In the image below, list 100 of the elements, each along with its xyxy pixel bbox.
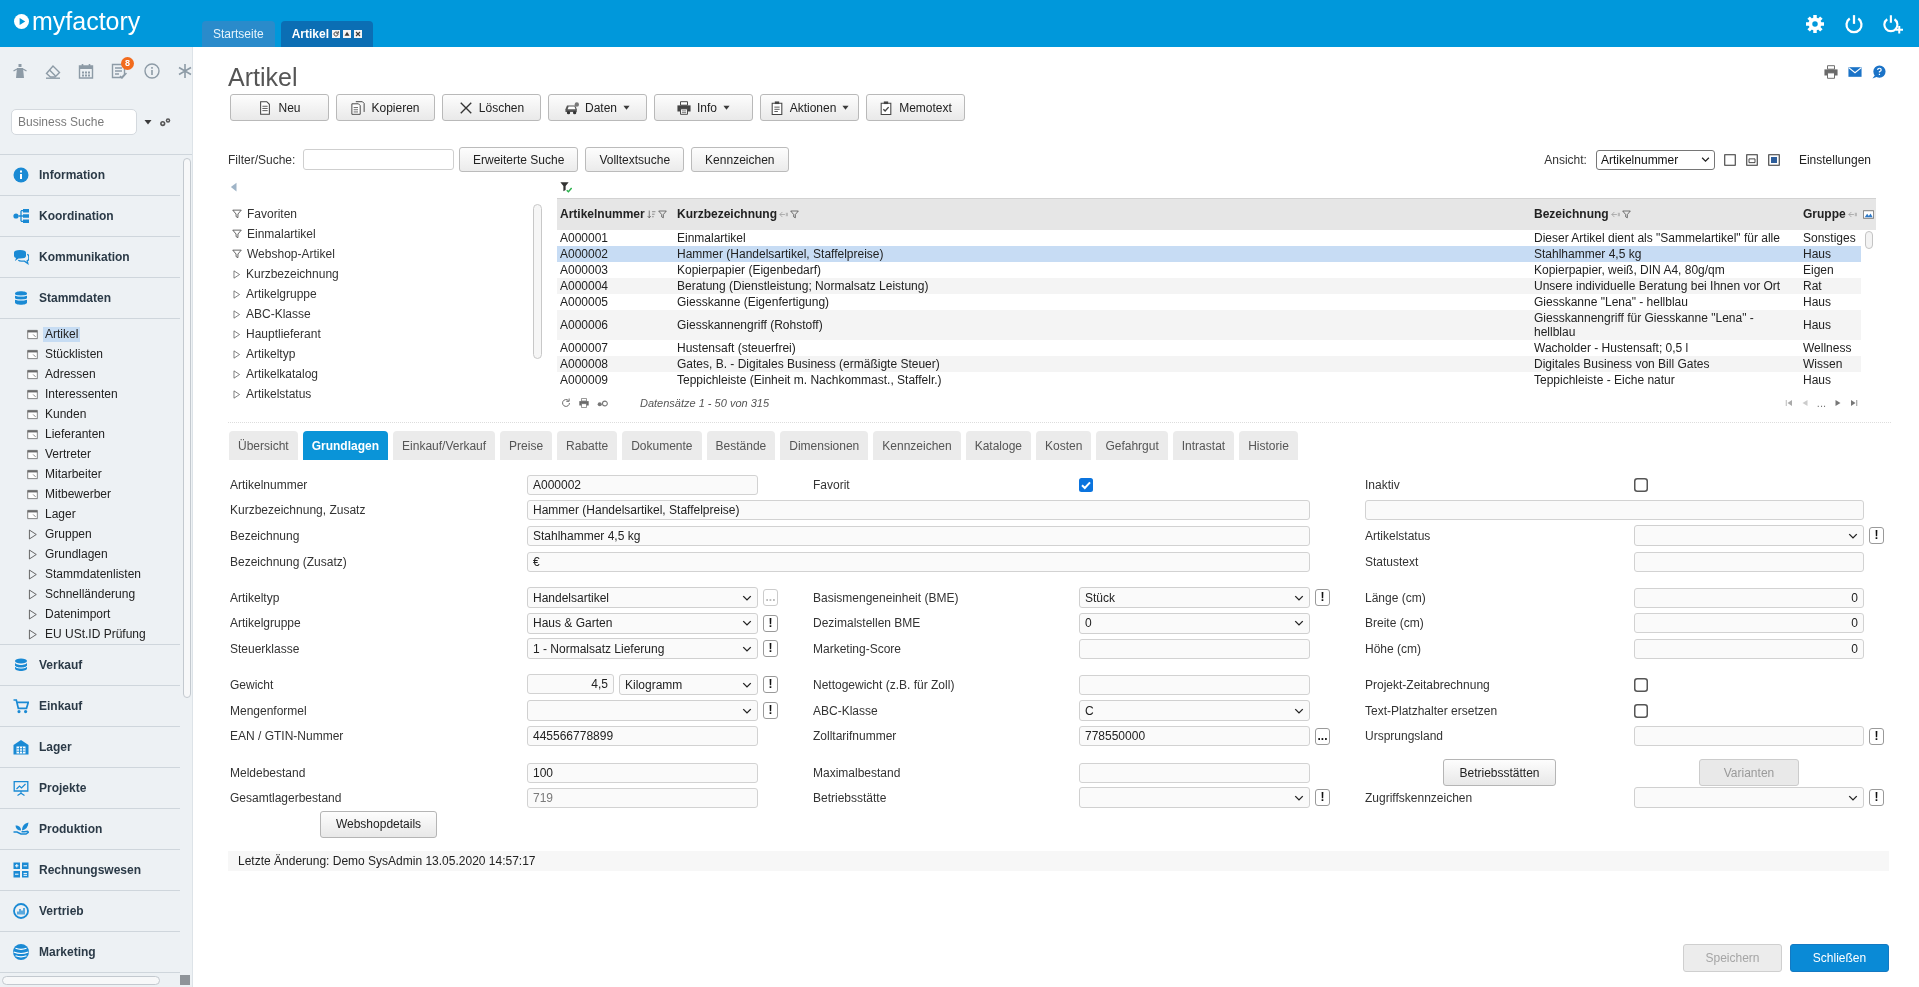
menu-button[interactable]: Info	[654, 94, 753, 121]
tab[interactable]: Rabatte	[557, 431, 618, 460]
info-icon[interactable]	[144, 62, 160, 79]
nav-item[interactable]: Verkauf	[0, 645, 180, 686]
dropdown[interactable]: 1 - Normalsatz Lieferung	[527, 638, 758, 660]
nav-item[interactable]: Projekte	[0, 768, 180, 809]
tree-item[interactable]: Hauptlieferant	[228, 324, 533, 344]
nav-item[interactable]: Koordination	[0, 196, 180, 237]
nav-item[interactable]: Einkauf	[0, 686, 180, 727]
previous-icon[interactable]	[1800, 399, 1809, 408]
table-row[interactable]: A000006 Giesskannengriff (Rohstoff) Giesskannengriff für Giesskanne "Lena" - hellblau Haus	[557, 309, 1861, 340]
nav-link[interactable]: Grundlagen	[43, 546, 110, 562]
nav-link[interactable]: Artikel	[43, 326, 81, 342]
input-field[interactable]	[1365, 500, 1864, 521]
dropdown[interactable]: Stück	[1079, 587, 1310, 609]
nav-item[interactable]: Lager	[0, 727, 180, 768]
input-field[interactable]: Hammer (Handelsartikel, Staffelpreise)	[527, 500, 1310, 521]
power-icon[interactable]	[1844, 13, 1864, 34]
filter-check-icon[interactable]	[560, 181, 572, 193]
nav-link[interactable]: Mitarbeiter	[43, 466, 104, 482]
tab[interactable]: Dimensionen	[780, 431, 869, 460]
input-field[interactable]: 4,5	[527, 674, 614, 695]
scrollbar[interactable]	[1864, 230, 1873, 249]
nav-link[interactable]: Schnelländerung	[43, 586, 138, 602]
triangle-left-icon[interactable]	[229, 182, 239, 192]
nav-item[interactable]: Stammdaten	[0, 278, 180, 319]
field-action-button[interactable]: !	[1869, 727, 1884, 745]
checkbox[interactable]	[1079, 477, 1093, 492]
arrow-left-icon[interactable]	[779, 209, 788, 219]
input-field[interactable]: 0	[1634, 587, 1864, 608]
field-action-button[interactable]: !	[763, 640, 778, 658]
tab[interactable]: Kataloge	[965, 431, 1032, 460]
checklist-icon[interactable]	[111, 62, 127, 79]
dropdown[interactable]: Haus & Garten	[527, 612, 758, 634]
dropdown[interactable]	[1634, 787, 1864, 809]
scrollbar[interactable]	[533, 204, 542, 359]
tab[interactable]: Preise	[500, 431, 553, 460]
input-field[interactable]: 778550000	[1079, 726, 1310, 747]
scrollbar[interactable]	[182, 158, 191, 698]
input-field[interactable]: 100	[527, 762, 758, 783]
tree-item[interactable]: ABC-Klasse	[228, 304, 533, 324]
tab[interactable]: Kennzeichen	[873, 431, 961, 460]
field-action-button[interactable]: !	[1315, 589, 1330, 607]
tree-item[interactable]: Einmalartikel	[228, 224, 533, 244]
tab[interactable]: Bestände	[706, 431, 776, 460]
field-action-button[interactable]: !	[763, 702, 778, 720]
nav-link[interactable]: Kunden	[43, 406, 89, 422]
filter-field[interactable]	[303, 149, 454, 170]
input-field[interactable]: A000002	[527, 474, 758, 495]
printer-icon[interactable]	[579, 398, 589, 409]
field-action-button[interactable]: !	[763, 676, 778, 694]
next-icon[interactable]	[1834, 399, 1842, 408]
input-field[interactable]	[1079, 638, 1310, 659]
dropdown[interactable]: Kilogramm	[619, 674, 758, 696]
input-field[interactable]	[1634, 726, 1864, 747]
checkbox[interactable]	[1634, 703, 1648, 718]
input-field[interactable]: €	[527, 551, 1310, 572]
filter-icon[interactable]	[1621, 209, 1631, 219]
tree-item[interactable]: Artikelgruppe	[228, 284, 533, 304]
nav-item[interactable]: Rechnungswesen	[0, 850, 180, 891]
nav-item[interactable]: Information	[0, 155, 180, 196]
dropdown[interactable]	[1079, 787, 1310, 809]
field-action-button[interactable]: !	[1869, 527, 1884, 545]
dropdown[interactable]	[1634, 525, 1864, 547]
settings-icon[interactable]	[1805, 13, 1825, 34]
tab[interactable]: Gefahrgut	[1096, 431, 1168, 460]
tab[interactable]: Kosten	[1036, 431, 1092, 460]
checkbox[interactable]	[1634, 677, 1648, 692]
tab[interactable]: Dokumente	[622, 431, 702, 460]
menu-button[interactable]: Daten	[548, 94, 647, 121]
nav-item[interactable]: Marketing	[0, 932, 180, 973]
column-header[interactable]: Kurzbezeichnung	[677, 207, 777, 222]
dropdown[interactable]: Handelsartikel	[527, 587, 758, 609]
nav-link[interactable]: Mitbewerber	[43, 486, 114, 502]
checkbox[interactable]	[1634, 477, 1648, 492]
asterisk-icon[interactable]	[177, 62, 192, 79]
nav-link[interactable]: Interessenten	[43, 386, 120, 402]
square-icon[interactable]	[1723, 153, 1736, 166]
filter-button[interactable]: Volltextsuche	[585, 147, 685, 172]
input-field[interactable]: 0	[1634, 613, 1864, 634]
settings-link[interactable]: Einstellungen	[1798, 152, 1871, 167]
toolbar-button[interactable]: Neu	[230, 94, 329, 121]
field-action-button[interactable]: !	[763, 614, 778, 632]
up-arrow-icon[interactable]	[343, 30, 352, 38]
nav-link[interactable]: EU USt.ID Prüfung	[43, 626, 148, 642]
nav-link[interactable]: Stammdatenlisten	[43, 566, 144, 582]
toolbar-button[interactable]: Löschen	[442, 94, 541, 121]
dropdown[interactable]	[527, 700, 758, 722]
input-field[interactable]	[1634, 551, 1864, 572]
input-field[interactable]: 0	[1634, 638, 1864, 659]
filter-icon[interactable]	[790, 209, 799, 219]
caret-down-icon[interactable]	[144, 118, 152, 126]
column-header[interactable]: Bezeichnung	[1534, 207, 1609, 222]
tab[interactable]: Artikel	[280, 21, 374, 47]
nav-link[interactable]: Vertreter	[43, 446, 94, 462]
nav-item[interactable]: Produktion	[0, 809, 180, 850]
nav-link[interactable]: Lager	[43, 506, 78, 522]
input-field[interactable]: 445566778899	[527, 726, 758, 747]
form-button[interactable]: Betriebsstätten	[1443, 759, 1556, 787]
arrow-left-icon[interactable]	[1847, 209, 1857, 219]
